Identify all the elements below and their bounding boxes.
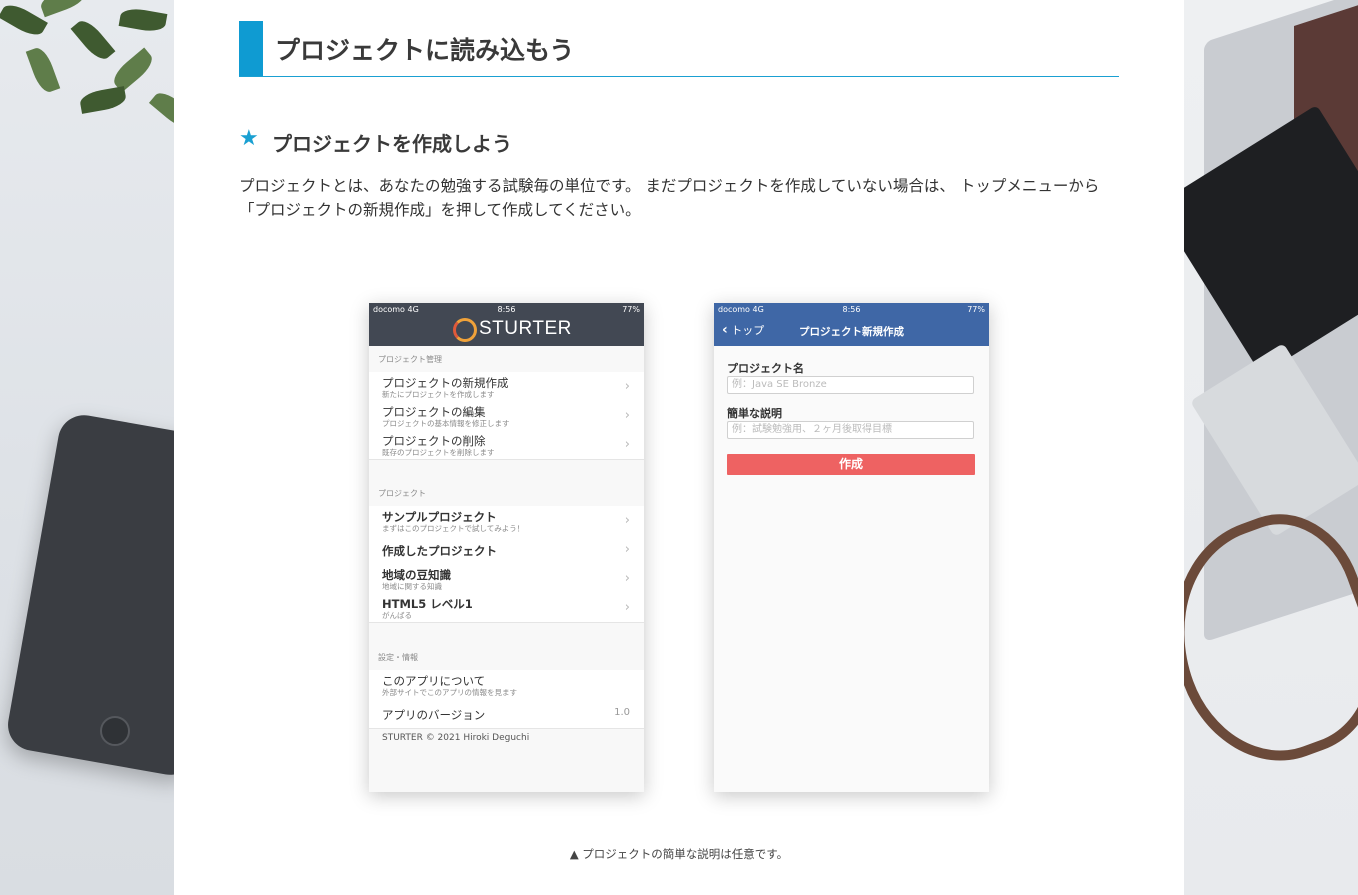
project-item-created[interactable]: 作成したプロジェクト › [369, 535, 644, 565]
section-heading-text: プロジェクトに読み込もう [275, 36, 575, 65]
menu-item-edit-project[interactable]: プロジェクトの編集 プロジェクトの基本情報を修正します › [369, 401, 644, 431]
chevron-right-icon: › [624, 513, 630, 528]
screenshot-menu: docomo 4G 8:56 77% STURTER プロジェクト管理 プロジェ… [369, 303, 644, 792]
project-name-input[interactable]: 例：Java SE Bronze [727, 376, 974, 394]
project-item-subtitle: がんばる [382, 611, 412, 620]
project-item-title: 作成したプロジェクト [382, 544, 497, 558]
create-button[interactable]: 作成 [727, 454, 975, 475]
star-icon: ★ [239, 126, 259, 151]
chevron-right-icon: › [624, 600, 630, 615]
app-header: docomo 4G 8:56 77% STURTER [369, 303, 644, 346]
project-item-subtitle: まずはこのプロジェクトで試してみよう！ [382, 524, 525, 533]
section-label-settings: 設定・情報 [378, 653, 418, 662]
nav-title: プロジェクト新規作成 [799, 326, 904, 338]
menu-item-subtitle: 既存のプロジェクトを削除します [382, 448, 495, 457]
status-bar: docomo 4G 8:56 77% [369, 303, 644, 317]
section-label-projects: プロジェクト [378, 489, 426, 498]
menu-item-title: アプリのバージョン [382, 708, 486, 722]
clock-label: 8:56 [497, 305, 516, 314]
app-name: STURTER [479, 318, 572, 339]
project-name-label: プロジェクト名 [727, 362, 804, 375]
nav-header: docomo 4G 8:56 77% ‹ トップ プロジェクト新規作成 [714, 303, 989, 346]
section-label-project-management: プロジェクト管理 [378, 355, 442, 364]
plant-decoration [0, 0, 174, 140]
chevron-right-icon: › [624, 379, 630, 394]
background-desk-right [1184, 0, 1358, 895]
background-desk-left [0, 0, 174, 895]
copyright-text: STURTER © 2021 Hiroki Deguchi [382, 733, 530, 743]
image-caption: ▲ プロジェクトの簡単な説明は任意です。 [569, 847, 789, 861]
subheading-text: プロジェクトを作成しよう [272, 132, 512, 156]
clock-label: 8:56 [842, 305, 861, 314]
chevron-right-icon: › [624, 542, 630, 557]
smartphone-decoration [3, 411, 174, 779]
battery-label: 77% [622, 305, 640, 314]
menu-item-about[interactable]: このアプリについて 外部サイトでこのアプリの情報を見ます [369, 670, 644, 700]
description-label: 簡単な説明 [727, 407, 782, 420]
menu-item-subtitle: 外部サイトでこのアプリの情報を見ます [382, 688, 517, 697]
screenshot-new-project-form: docomo 4G 8:56 77% ‹ トップ プロジェクト新規作成 プロジェ… [714, 303, 989, 792]
menu-item-subtitle: 新たにプロジェクトを作成します [382, 390, 495, 399]
home-button-decoration [100, 716, 130, 746]
heading-accent-bar [239, 21, 263, 76]
description-input[interactable]: 例：試験勉強用、２ヶ月後取得目標 [727, 421, 974, 439]
version-value: 1.0 [614, 707, 630, 718]
menu-item-delete-project[interactable]: プロジェクトの削除 既存のプロジェクトを削除します › [369, 430, 644, 460]
project-item-sample[interactable]: サンプルプロジェクト まずはこのプロジェクトで試してみよう！ › [369, 506, 644, 536]
description-paragraph: プロジェクトとは、あなたの勉強する試験毎の単位です。 まだプロジェクトを作成して… [239, 177, 1100, 219]
project-item-subtitle: 地域に関する知識 [382, 582, 442, 591]
section-heading: プロジェクトに読み込もう [239, 21, 1119, 77]
battery-label: 77% [967, 305, 985, 314]
chevron-right-icon: › [624, 437, 630, 452]
menu-item-subtitle: プロジェクトの基本情報を修正します [382, 419, 510, 428]
menu-item-version: アプリのバージョン 1.0 [369, 699, 644, 729]
chevron-right-icon: › [624, 571, 630, 586]
chevron-right-icon: › [624, 408, 630, 423]
project-item-html5[interactable]: HTML5 レベル1 がんばる › [369, 593, 644, 623]
content-panel: プロジェクトに読み込もう ★ プロジェクトを作成しよう プロジェクトとは、あなた… [174, 0, 1184, 895]
project-item-local-trivia[interactable]: 地域の豆知識 地域に関する知識 › [369, 564, 644, 594]
menu-item-new-project[interactable]: プロジェクトの新規作成 新たにプロジェクトを作成します › [369, 372, 644, 402]
flame-icon [453, 318, 477, 342]
status-bar: docomo 4G 8:56 77% [714, 303, 989, 317]
